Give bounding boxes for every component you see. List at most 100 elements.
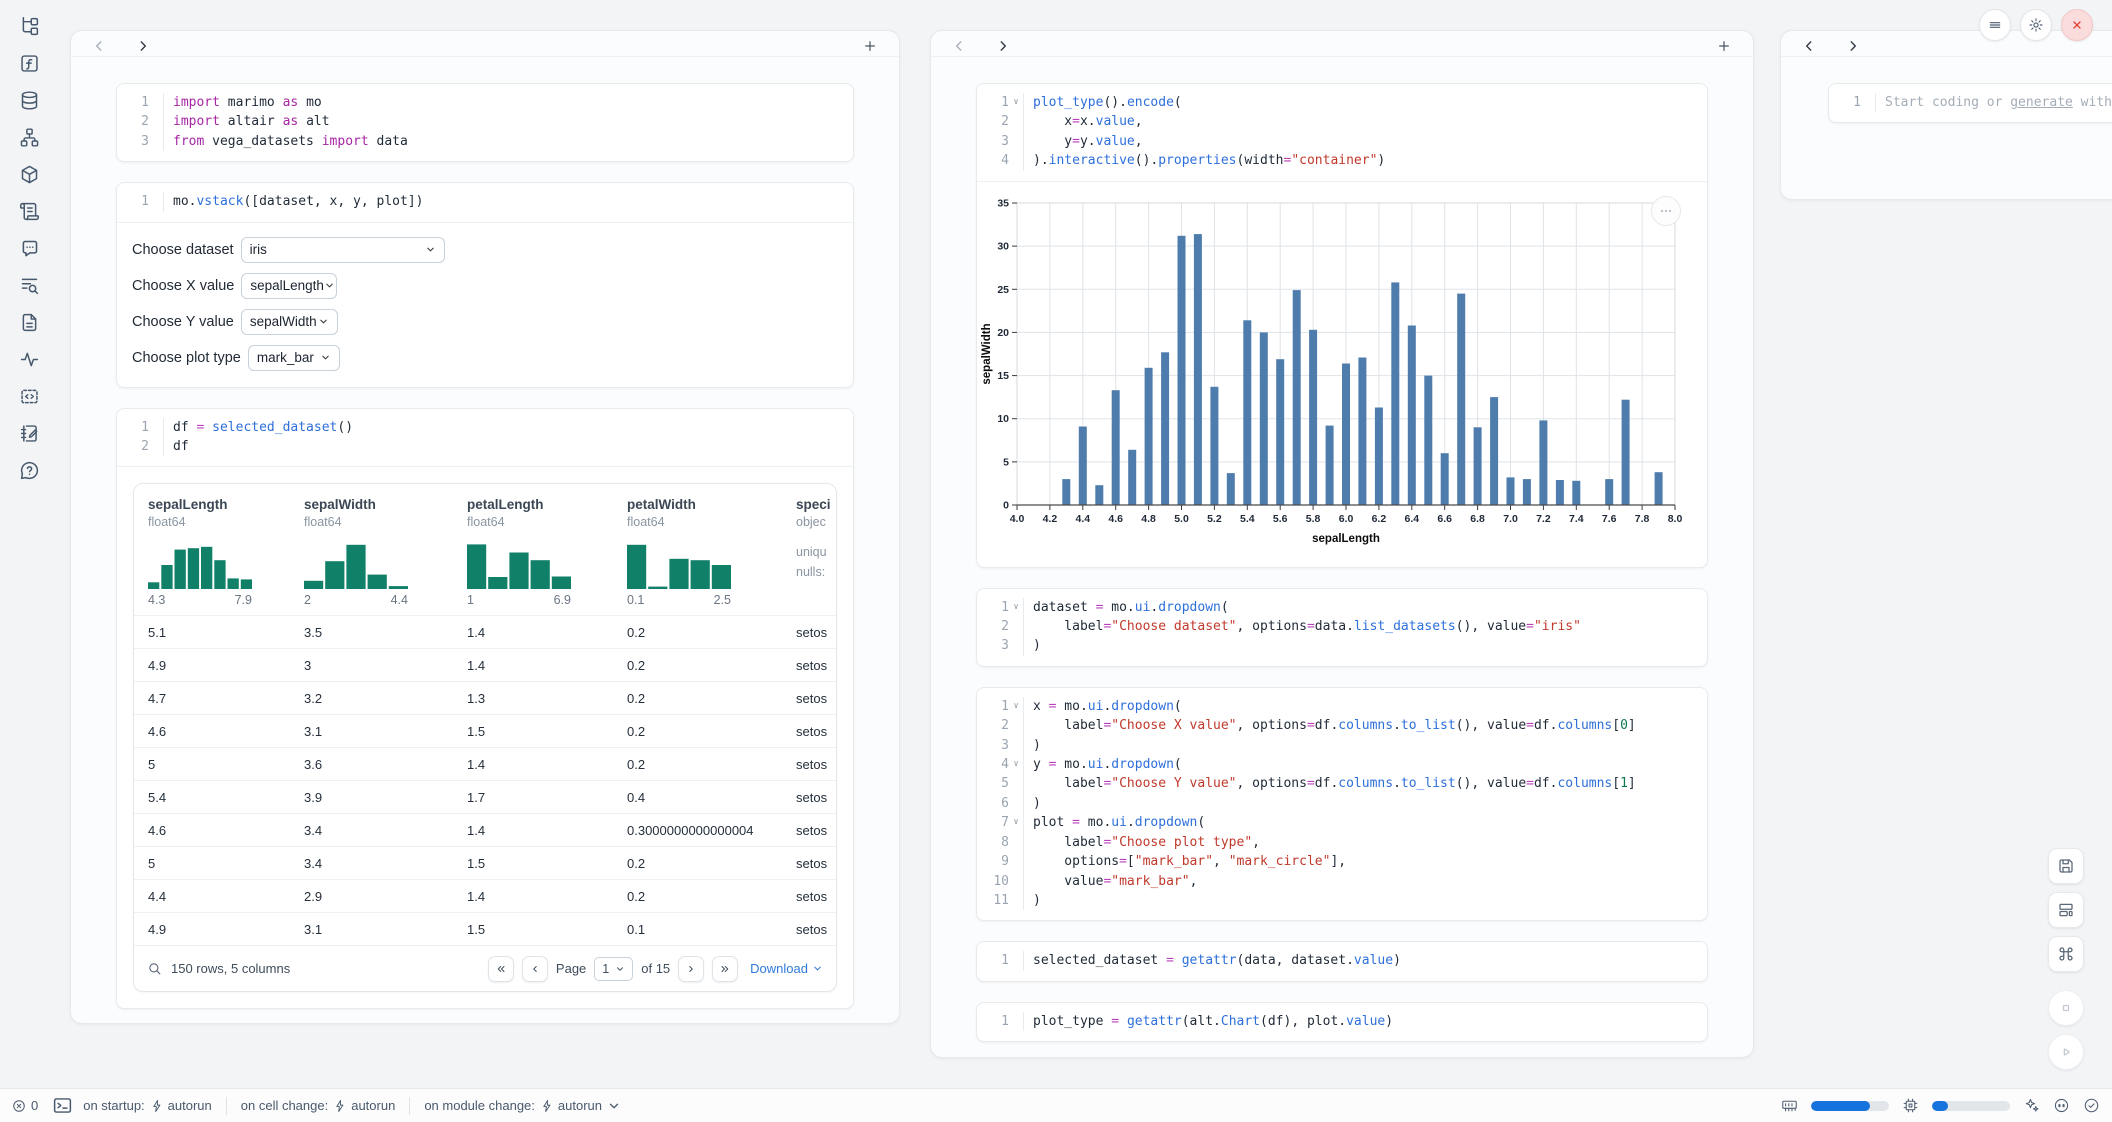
- prev-page-button[interactable]: [522, 956, 548, 982]
- scroll-left-button[interactable]: [1799, 36, 1819, 56]
- sidebar-activity-button[interactable]: [12, 347, 46, 371]
- sidebar-document-button[interactable]: [12, 310, 46, 334]
- code-editor[interactable]: 1∨plot_type().encode(2 x=x.value,3 y=y.v…: [977, 84, 1707, 181]
- dropdown-row: Choose Y valuesepalWidth: [132, 309, 833, 335]
- scroll-right-button[interactable]: [133, 36, 153, 56]
- search-icon[interactable]: [147, 961, 162, 976]
- table-cell: 0.2: [613, 615, 782, 648]
- chevron-left-icon: [529, 963, 541, 975]
- copilot-button[interactable]: [2053, 1097, 2070, 1114]
- code-editor[interactable]: 1Start coding or generate with AI: [1829, 84, 2112, 122]
- chevron-right-icon: [1846, 39, 1860, 53]
- runtime-config-item[interactable]: on cell change: autorun: [241, 1098, 396, 1113]
- code-editor[interactable]: 1mo.vstack([dataset, x, y, plot]): [117, 183, 853, 221]
- play-icon: [2057, 1043, 2075, 1061]
- fold-chevron-icon[interactable]: ∨: [1009, 813, 1023, 832]
- dropdown-select-choose-plot-type[interactable]: mark_bar: [248, 345, 340, 371]
- terminal-icon: [52, 1095, 69, 1116]
- bolt-icon: [540, 1099, 553, 1113]
- column-name[interactable]: sepalWidth: [304, 497, 453, 512]
- code-line: 11): [983, 891, 1697, 910]
- save-button[interactable]: [2048, 848, 2084, 884]
- ai-assistant-button[interactable]: [2023, 1097, 2040, 1114]
- runtime-config-item[interactable]: on startup: autorun: [83, 1098, 212, 1113]
- fold-chevron-icon[interactable]: ∨: [1009, 697, 1023, 716]
- add-cell-button[interactable]: [1713, 35, 1735, 57]
- chart-menu-button[interactable]: [1651, 196, 1681, 226]
- code-line: 4).interactive().properties(width="conta…: [983, 151, 1697, 170]
- runtime-config-label: on startup:: [83, 1098, 144, 1113]
- command-icon: [2057, 945, 2075, 963]
- code-editor[interactable]: 1∨x = mo.ui.dropdown(2 label="Choose X v…: [977, 688, 1707, 920]
- column-name[interactable]: petalWidth: [627, 497, 782, 512]
- svg-text:7.0: 7.0: [1503, 513, 1518, 525]
- scroll-left-button[interactable]: [949, 36, 969, 56]
- table-cell: 4.9: [134, 912, 290, 945]
- fold-spacer: [1009, 151, 1023, 170]
- fold-spacer: [1009, 716, 1023, 735]
- column-type: float64: [467, 515, 613, 529]
- column-name[interactable]: petalLength: [467, 497, 613, 512]
- fold-chevron-icon[interactable]: ∨: [1009, 598, 1023, 617]
- code-editor[interactable]: 1import marimo as mo2import altair as al…: [117, 84, 853, 161]
- dropdown-label: Choose X value: [132, 278, 234, 294]
- column-name[interactable]: speci: [796, 497, 836, 512]
- terminal-button[interactable]: [52, 1095, 69, 1116]
- sidebar-dependency-graph-button[interactable]: [12, 125, 46, 149]
- table-cell: 3.5: [290, 615, 453, 648]
- scroll-right-button[interactable]: [993, 36, 1013, 56]
- dropdown-select-choose-x-value[interactable]: sepalLength: [241, 273, 337, 299]
- menu-button[interactable]: [1979, 9, 2011, 41]
- code-editor[interactable]: 1plot_type = getattr(alt.Chart(df), plot…: [977, 1003, 1707, 1041]
- connection-status-button[interactable]: [2083, 1097, 2100, 1114]
- code-editor[interactable]: 1∨dataset = mo.ui.dropdown(2 label="Choo…: [977, 589, 1707, 666]
- sidebar-scroll-button[interactable]: [12, 199, 46, 223]
- sidebar-database-button[interactable]: [12, 88, 46, 112]
- dropdown-select-choose-dataset[interactable]: iris: [241, 237, 445, 263]
- settings-button[interactable]: [2020, 9, 2052, 41]
- code-editor[interactable]: 1df = selected_dataset()2df: [117, 409, 853, 467]
- download-button[interactable]: Download: [750, 961, 823, 976]
- sidebar-file-tree-button[interactable]: [12, 14, 46, 38]
- sidebar-functions-button[interactable]: [12, 51, 46, 75]
- svg-text:5: 5: [1003, 456, 1009, 468]
- fold-spacer: [149, 93, 163, 112]
- table-cell: setos: [782, 681, 836, 714]
- scroll-right-button[interactable]: [1843, 36, 1863, 56]
- fold-chevron-icon[interactable]: ∨: [1009, 755, 1023, 774]
- fold-chevron-icon[interactable]: ∨: [1009, 93, 1023, 112]
- sidebar-scratchpad-button[interactable]: [12, 421, 46, 445]
- stop-button[interactable]: [2048, 990, 2084, 1026]
- scroll-left-button[interactable]: [89, 36, 109, 56]
- sidebar-package-button[interactable]: [12, 162, 46, 186]
- column-name[interactable]: sepalLength: [148, 497, 290, 512]
- next-page-button[interactable]: [678, 956, 704, 982]
- play-button[interactable]: [2048, 1034, 2084, 1070]
- ellipsis-icon: [1658, 203, 1674, 219]
- code-editor[interactable]: 1selected_dataset = getattr(data, datase…: [977, 942, 1707, 980]
- sidebar-chat-bot-button[interactable]: [12, 236, 46, 260]
- copilot-icon: [2053, 1097, 2070, 1114]
- table-cell: 4.4: [134, 879, 290, 912]
- sepal-bar-chart[interactable]: 4.04.24.44.64.85.05.25.45.65.86.06.26.46…: [977, 190, 1708, 556]
- sidebar-code-snippet-button[interactable]: [12, 384, 46, 408]
- shutdown-button[interactable]: [2061, 9, 2093, 41]
- add-cell-button[interactable]: [859, 35, 881, 57]
- layout-button[interactable]: [2048, 892, 2084, 928]
- dropdown-select-choose-y-value[interactable]: sepalWidth: [241, 309, 338, 335]
- code-line: 3from vega_datasets import data: [123, 132, 843, 151]
- command-button[interactable]: [2048, 936, 2084, 972]
- page-select[interactable]: 1: [594, 957, 633, 981]
- runtime-config-item[interactable]: on module change: autorun: [424, 1098, 619, 1113]
- table-header-cell: petalWidthfloat640.12.5: [613, 484, 782, 615]
- table-cell: 1.4: [453, 747, 613, 780]
- error-counter[interactable]: 0: [12, 1098, 38, 1113]
- sidebar-help-button[interactable]: [12, 458, 46, 482]
- table-header-cell: speciobjecuniqunulls:: [782, 484, 836, 615]
- last-page-button[interactable]: [712, 956, 738, 982]
- first-page-button[interactable]: [488, 956, 514, 982]
- status-bar-left: 0 on startup: autorun on cell change: au…: [12, 1095, 619, 1116]
- table-cell: 3.4: [290, 813, 453, 846]
- sidebar-log-search-button[interactable]: [12, 273, 46, 297]
- fold-spacer: [1009, 852, 1023, 871]
